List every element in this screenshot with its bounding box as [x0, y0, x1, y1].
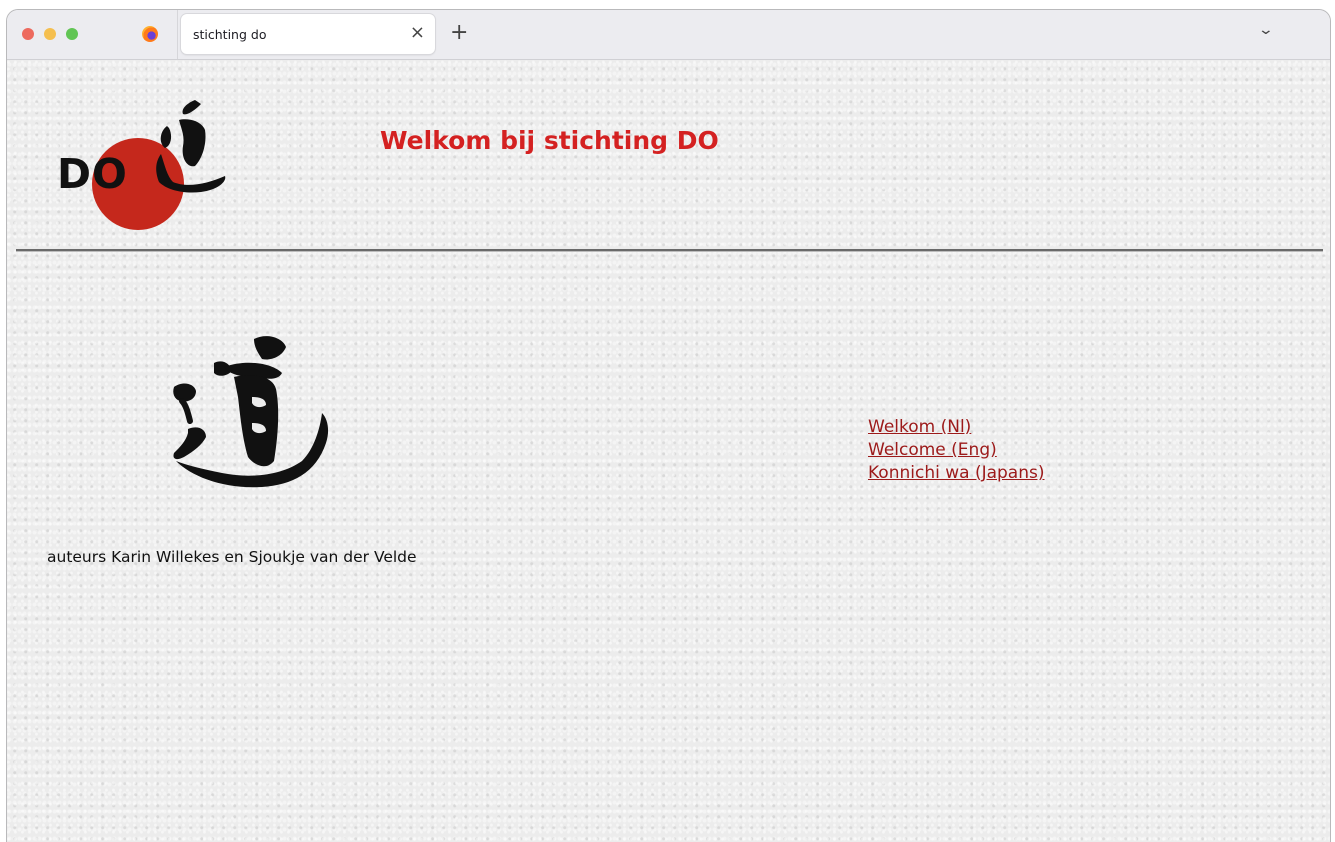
- do-kanji-calligraphy: [173, 336, 329, 488]
- do-logo: DO: [55, 96, 230, 230]
- link-konnichi-wa-japans[interactable]: Konnichi wa (Japans): [868, 462, 1044, 485]
- link-welkom-nl[interactable]: Welkom (Nl): [868, 416, 1044, 439]
- tab-divider: [177, 10, 178, 59]
- authors-credit: auteurs Karin Willekes en Sjoukje van de…: [47, 548, 417, 566]
- page-title: Welkom bij stichting DO: [380, 126, 719, 155]
- plus-icon[interactable]: +: [450, 20, 468, 46]
- window-minimize-button[interactable]: [44, 28, 56, 40]
- window-close-button[interactable]: [22, 28, 34, 40]
- tab-title: stichting do: [193, 27, 267, 42]
- tab-stichting-do[interactable]: stichting do ×: [181, 14, 435, 54]
- language-links: Welkom (Nl) Welcome (Eng) Konnichi wa (J…: [868, 416, 1044, 485]
- browser-window: stichting do × + ⌄ DO Welkom bij stichti…: [6, 9, 1331, 842]
- firefox-icon: [142, 26, 158, 42]
- tab-bar: stichting do × + ⌄: [7, 10, 1330, 60]
- logo-kanji-icon: [156, 100, 226, 193]
- horizontal-divider: [16, 249, 1323, 252]
- chevron-down-icon[interactable]: ⌄: [1258, 22, 1274, 38]
- window-maximize-button[interactable]: [66, 28, 78, 40]
- page-content: DO Welkom bij stichting DO auteurs Karin…: [7, 60, 1330, 842]
- link-welcome-eng[interactable]: Welcome (Eng): [868, 439, 1044, 462]
- close-icon[interactable]: ×: [410, 22, 425, 44]
